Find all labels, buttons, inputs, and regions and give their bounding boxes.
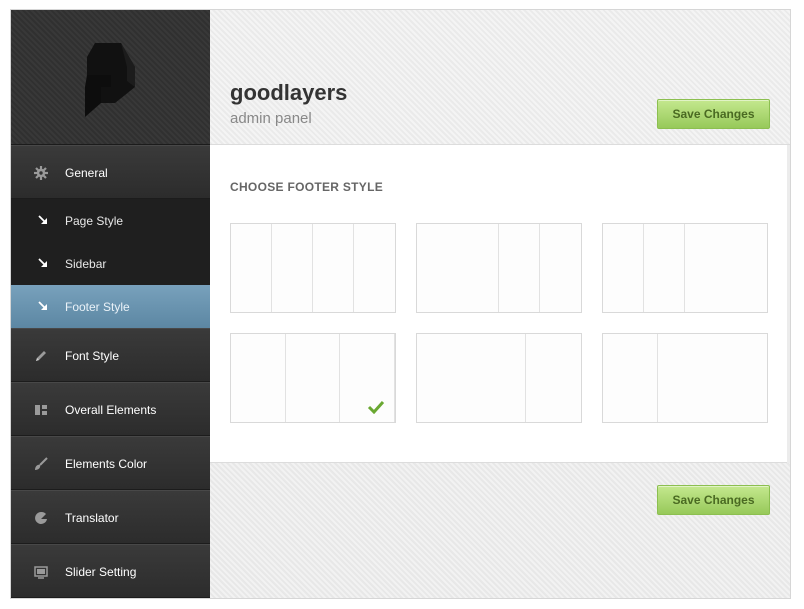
logo-area (11, 10, 210, 145)
sidebar-item-label: Footer Style (65, 300, 130, 314)
sidebar-item-slider-setting[interactable]: Slider Setting (11, 544, 210, 598)
brand-subtitle: admin panel (230, 110, 312, 127)
gear-icon (33, 165, 49, 181)
sidebar-item-label: General (65, 166, 108, 180)
footer-column (603, 334, 658, 422)
arrow-down-right-icon (37, 257, 49, 269)
sidebar-item-overall-elements[interactable]: Overall Elements (11, 382, 210, 436)
sidebar-item-label: Translator (65, 511, 119, 525)
footer-column (272, 224, 313, 312)
footer-style-option[interactable] (416, 333, 582, 423)
sidebar-item-label: Slider Setting (65, 565, 137, 579)
footer-column (499, 224, 540, 312)
footer-column (417, 224, 499, 312)
footer-column (685, 224, 767, 312)
sidebar-nav: General Page Style Sidebar Footer Style Font… (11, 145, 210, 598)
sidebar-item-general[interactable]: General (11, 145, 210, 199)
sidebar-item-page-style[interactable]: Page Style (11, 199, 210, 242)
footer-style-option[interactable] (416, 223, 582, 313)
sidebar-item-footer-style[interactable]: Footer Style (11, 285, 210, 328)
footer-column (313, 224, 354, 312)
page-header: goodlayers admin panel Save Changes (210, 10, 790, 145)
sidebar-item-label: Sidebar (65, 257, 107, 271)
section-title: CHOOSE FOOTER STYLE (230, 180, 384, 194)
arrow-down-right-icon (37, 214, 49, 226)
page-footer: Save Changes (210, 463, 790, 598)
arrow-down-right-icon (37, 300, 49, 312)
brand-title: goodlayers (230, 80, 348, 105)
brush-icon (33, 456, 49, 472)
footer-column (417, 334, 527, 422)
goodlayers-logo-icon (85, 43, 135, 117)
save-changes-button-bottom[interactable]: Save Changes (657, 485, 770, 515)
footer-column (658, 334, 767, 422)
footer-column (540, 224, 581, 312)
sidebar: General Page Style Sidebar Footer Style Font… (11, 10, 210, 598)
footer-style-option[interactable] (602, 333, 768, 423)
sidebar-item-label: Overall Elements (65, 403, 157, 417)
footer-style-option[interactable] (602, 223, 768, 313)
slider-icon (33, 564, 49, 580)
sidebar-item-elements-color[interactable]: Elements Color (11, 436, 210, 490)
pencil-icon (33, 348, 49, 364)
sidebar-item-font-style[interactable]: Font Style (11, 328, 210, 382)
sidebar-item-label: Elements Color (65, 457, 148, 471)
footer-style-panel: CHOOSE FOOTER STYLE (210, 145, 787, 463)
footer-column (603, 224, 644, 312)
footer-column (644, 224, 685, 312)
selected-check-icon (367, 400, 385, 415)
footer-column (526, 334, 581, 422)
sidebar-item-translator[interactable]: Translator (11, 490, 210, 544)
translator-icon (33, 510, 49, 526)
footer-style-option[interactable] (230, 333, 396, 423)
footer-column (231, 334, 286, 422)
footer-column (231, 224, 272, 312)
footer-column (354, 224, 395, 312)
footer-column (286, 334, 341, 422)
layout-icon (33, 402, 49, 418)
sidebar-item-label: Font Style (65, 349, 120, 363)
save-changes-button-top[interactable]: Save Changes (657, 99, 770, 129)
sidebar-item-sidebar[interactable]: Sidebar (11, 242, 210, 285)
admin-window: General Page Style Sidebar Footer Style Font… (10, 9, 791, 599)
footer-style-option[interactable] (230, 223, 396, 313)
sidebar-item-label: Page Style (65, 214, 124, 228)
